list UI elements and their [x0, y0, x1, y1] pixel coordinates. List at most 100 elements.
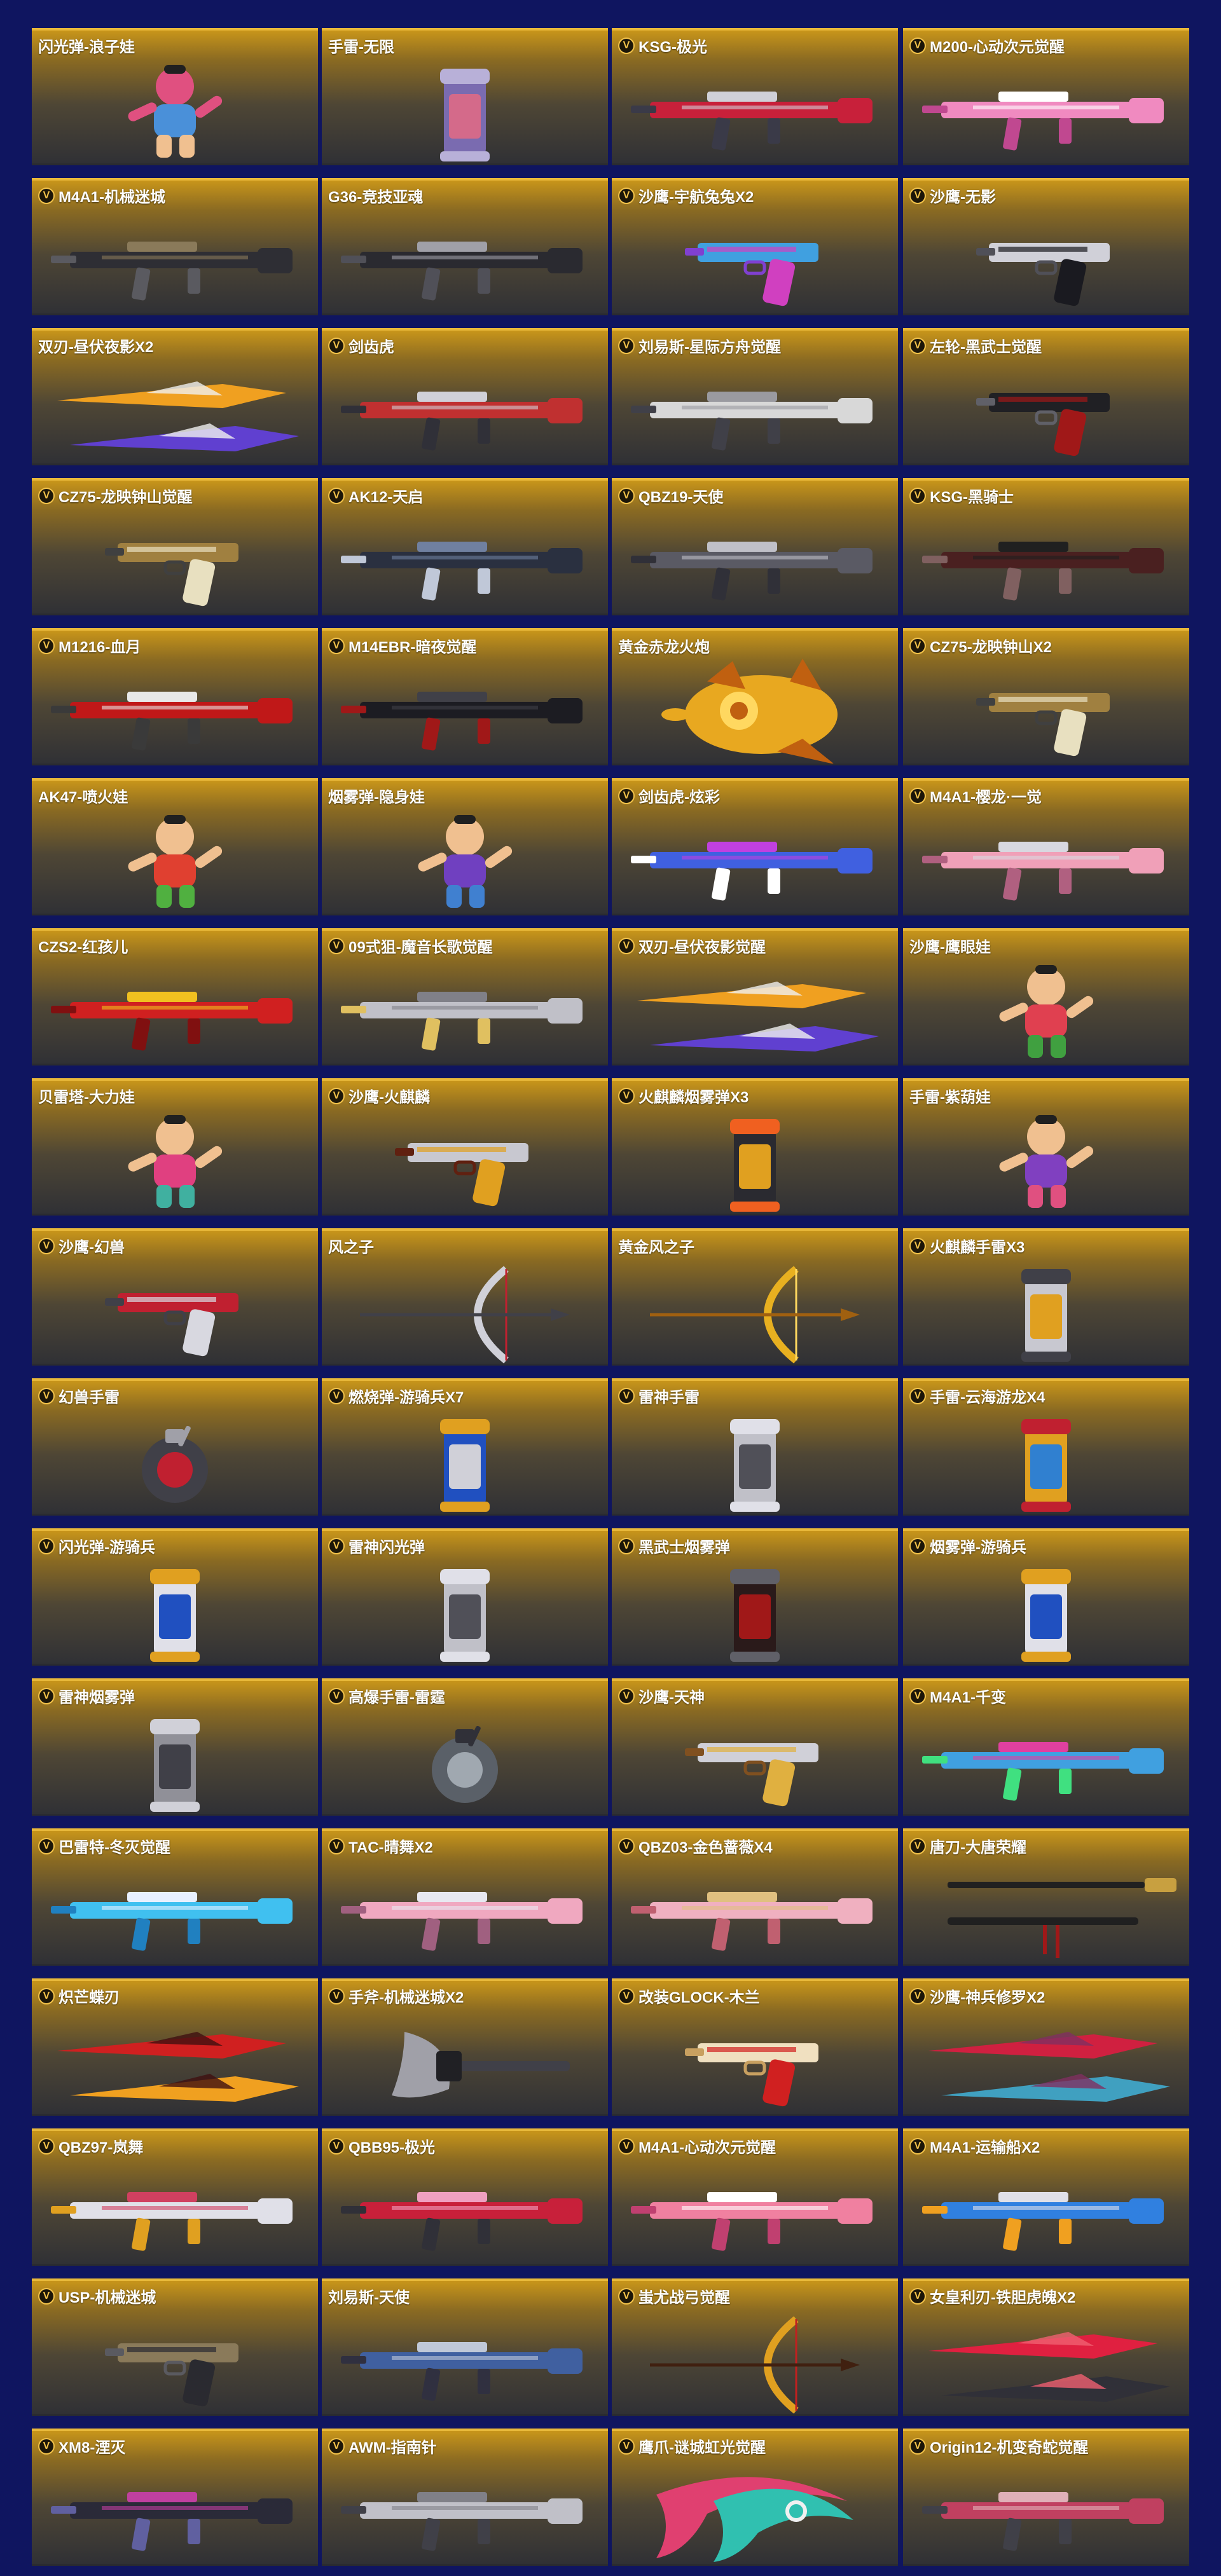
- item-title: V 剑齿虎-炫彩: [618, 784, 720, 807]
- item-card[interactable]: V M4A1-运输船X2: [903, 2128, 1189, 2266]
- item-card[interactable]: V M1216-血月: [32, 628, 318, 765]
- v-badge-icon: V: [328, 937, 345, 954]
- item-card[interactable]: V QBB95-极光: [322, 2128, 608, 2266]
- item-name: 沙鹰-神兵修罗X2: [930, 1989, 1045, 2006]
- item-card[interactable]: V 蚩尤战弓觉醒: [612, 2278, 898, 2416]
- item-card[interactable]: V CZ75-龙映钟山觉醒: [32, 478, 318, 615]
- item-card[interactable]: V AWM-指南针: [322, 2429, 608, 2566]
- item-card[interactable]: V USP-机械迷城: [32, 2278, 318, 2416]
- item-title: V 蚩尤战弓觉醒: [618, 2285, 730, 2307]
- item-title: V M4A1-千变: [909, 1685, 1006, 1707]
- v-badge-icon: V: [38, 1537, 55, 1554]
- grenade-icon: [432, 1725, 498, 1803]
- item-title: V 手雷-云海游龙X4: [909, 1385, 1045, 1407]
- item-card[interactable]: V 沙鹰-火麒麟: [322, 1078, 608, 1216]
- item-card[interactable]: V AK12-天启: [322, 478, 608, 615]
- item-card[interactable]: V M4A1-千变: [903, 1678, 1189, 1816]
- item-card[interactable]: V M14EBR-暗夜觉醒: [322, 628, 608, 765]
- item-card[interactable]: V TAC-晴舞X2: [322, 1828, 608, 1966]
- item-card[interactable]: V 双刃-昼伏夜影觉醒: [612, 928, 898, 1065]
- gun-icon: [631, 542, 873, 601]
- item-card[interactable]: V 鹰爪-谜城虹光觉醒: [612, 2429, 898, 2566]
- item-card[interactable]: V Origin12-机变奇蛇觉醒: [903, 2429, 1189, 2566]
- v-badge-icon: V: [618, 2437, 635, 2455]
- item-card[interactable]: V XM8-湮灭: [32, 2429, 318, 2566]
- item-card[interactable]: V 沙鹰-幻兽: [32, 1228, 318, 1366]
- gun-icon: [341, 2192, 583, 2251]
- item-card[interactable]: V 改装GLOCK-木兰: [612, 1978, 898, 2116]
- canister-icon: [1021, 1419, 1071, 1512]
- item-name: 刘易斯-星际方舟觉醒: [638, 339, 781, 356]
- item-card[interactable]: 闪光弹-浪子娃: [32, 28, 318, 165]
- item-card[interactable]: V 炽芒蝶刃: [32, 1978, 318, 2116]
- item-card[interactable]: 双刃-昼伏夜影X2: [32, 328, 318, 465]
- item-card[interactable]: V 火麒麟烟雾弹X3: [612, 1078, 898, 1216]
- item-card[interactable]: V 高爆手雷-雷霆: [322, 1678, 608, 1816]
- item-card[interactable]: V QBZ03-金色蔷薇X4: [612, 1828, 898, 1966]
- item-card[interactable]: 风之子: [322, 1228, 608, 1366]
- item-card[interactable]: V M4A1-机械迷城: [32, 178, 318, 315]
- item-card[interactable]: V M4A1-樱龙·一觉: [903, 778, 1189, 915]
- item-card[interactable]: AK47-喷火娃: [32, 778, 318, 915]
- item-card[interactable]: V 沙鹰-无影: [903, 178, 1189, 315]
- item-card[interactable]: 烟雾弹-隐身娃: [322, 778, 608, 915]
- item-card[interactable]: V 幻兽手雷: [32, 1378, 318, 1516]
- item-card[interactable]: 刘易斯-天使: [322, 2278, 608, 2416]
- v-badge-icon: V: [909, 2137, 926, 2155]
- canister-icon: [730, 1569, 780, 1662]
- v-badge-icon: V: [909, 1237, 926, 1254]
- item-card[interactable]: 沙鹰-鹰眼娃: [903, 928, 1189, 1065]
- item-card[interactable]: V KSG-黑骑士: [903, 478, 1189, 615]
- canister-icon: [440, 1419, 490, 1512]
- item-card[interactable]: V 烟雾弹-游骑兵: [903, 1528, 1189, 1666]
- item-card[interactable]: V M4A1-心动次元觉醒: [612, 2128, 898, 2266]
- item-card[interactable]: V 雷神手雷: [612, 1378, 898, 1516]
- item-card[interactable]: V 燃烧弹-游骑兵X7: [322, 1378, 608, 1516]
- item-name: 雷神手雷: [638, 1389, 700, 1406]
- item-card[interactable]: V CZ75-龙映钟山X2: [903, 628, 1189, 765]
- item-card[interactable]: V 左轮-黑武士觉醒: [903, 328, 1189, 465]
- v-badge-icon: V: [38, 2437, 55, 2455]
- item-title: 风之子: [328, 1235, 374, 1257]
- item-title: V QBZ19-天使: [618, 484, 723, 507]
- item-card[interactable]: V 闪光弹-游骑兵: [32, 1528, 318, 1666]
- item-card[interactable]: V 巴雷特-冬灭觉醒: [32, 1828, 318, 1966]
- item-name: XM8-湮灭: [59, 2439, 126, 2456]
- item-card[interactable]: 手雷-无限: [322, 28, 608, 165]
- item-card[interactable]: V 女皇利刃-铁胆虎魄X2: [903, 2278, 1189, 2416]
- canister-icon: [1021, 1269, 1071, 1362]
- item-card[interactable]: 手雷-紫葫娃: [903, 1078, 1189, 1216]
- item-card[interactable]: V QBZ19-天使: [612, 478, 898, 615]
- item-card[interactable]: 黄金风之子: [612, 1228, 898, 1366]
- item-card[interactable]: G36-竞技亚魂: [322, 178, 608, 315]
- item-card[interactable]: V 剑齿虎: [322, 328, 608, 465]
- item-card[interactable]: V 手雷-云海游龙X4: [903, 1378, 1189, 1516]
- item-name: 巴雷特-冬灭觉醒: [59, 1839, 170, 1856]
- item-card[interactable]: V 唐刀-大唐荣耀: [903, 1828, 1189, 1966]
- item-card[interactable]: V KSG-极光: [612, 28, 898, 165]
- item-card[interactable]: V 刘易斯-星际方舟觉醒: [612, 328, 898, 465]
- v-badge-icon: V: [38, 187, 55, 204]
- item-card[interactable]: V 火麒麟手雷X3: [903, 1228, 1189, 1366]
- item-card[interactable]: CZS2-红孩儿: [32, 928, 318, 1065]
- item-card[interactable]: V 黑武士烟雾弹: [612, 1528, 898, 1666]
- canister-icon: [150, 1569, 200, 1662]
- item-title: V 改装GLOCK-木兰: [618, 1985, 760, 2007]
- v-badge-icon: V: [38, 2137, 55, 2155]
- item-card[interactable]: 黄金赤龙火炮: [612, 628, 898, 765]
- v-badge-icon: V: [618, 187, 635, 204]
- item-card[interactable]: V M200-心动次元觉醒: [903, 28, 1189, 165]
- item-card[interactable]: V 沙鹰-宇航兔兔X2: [612, 178, 898, 315]
- item-card[interactable]: V 雷神闪光弹: [322, 1528, 608, 1666]
- item-name: KSG-极光: [638, 39, 707, 56]
- item-name: CZ75-龙映钟山觉醒: [59, 489, 193, 506]
- item-card[interactable]: V 雷神烟雾弹: [32, 1678, 318, 1816]
- item-card[interactable]: V 剑齿虎-炫彩: [612, 778, 898, 915]
- item-name: 烟雾弹-游骑兵: [930, 1539, 1026, 1556]
- item-card[interactable]: V 09式狙-魔音长歌觉醒: [322, 928, 608, 1065]
- item-card[interactable]: 贝雷塔-大力娃: [32, 1078, 318, 1216]
- item-card[interactable]: V 沙鹰-神兵修罗X2: [903, 1978, 1189, 2116]
- item-card[interactable]: V 手斧-机械迷城X2: [322, 1978, 608, 2116]
- item-card[interactable]: V 沙鹰-天神: [612, 1678, 898, 1816]
- item-card[interactable]: V QBZ97-岚舞: [32, 2128, 318, 2266]
